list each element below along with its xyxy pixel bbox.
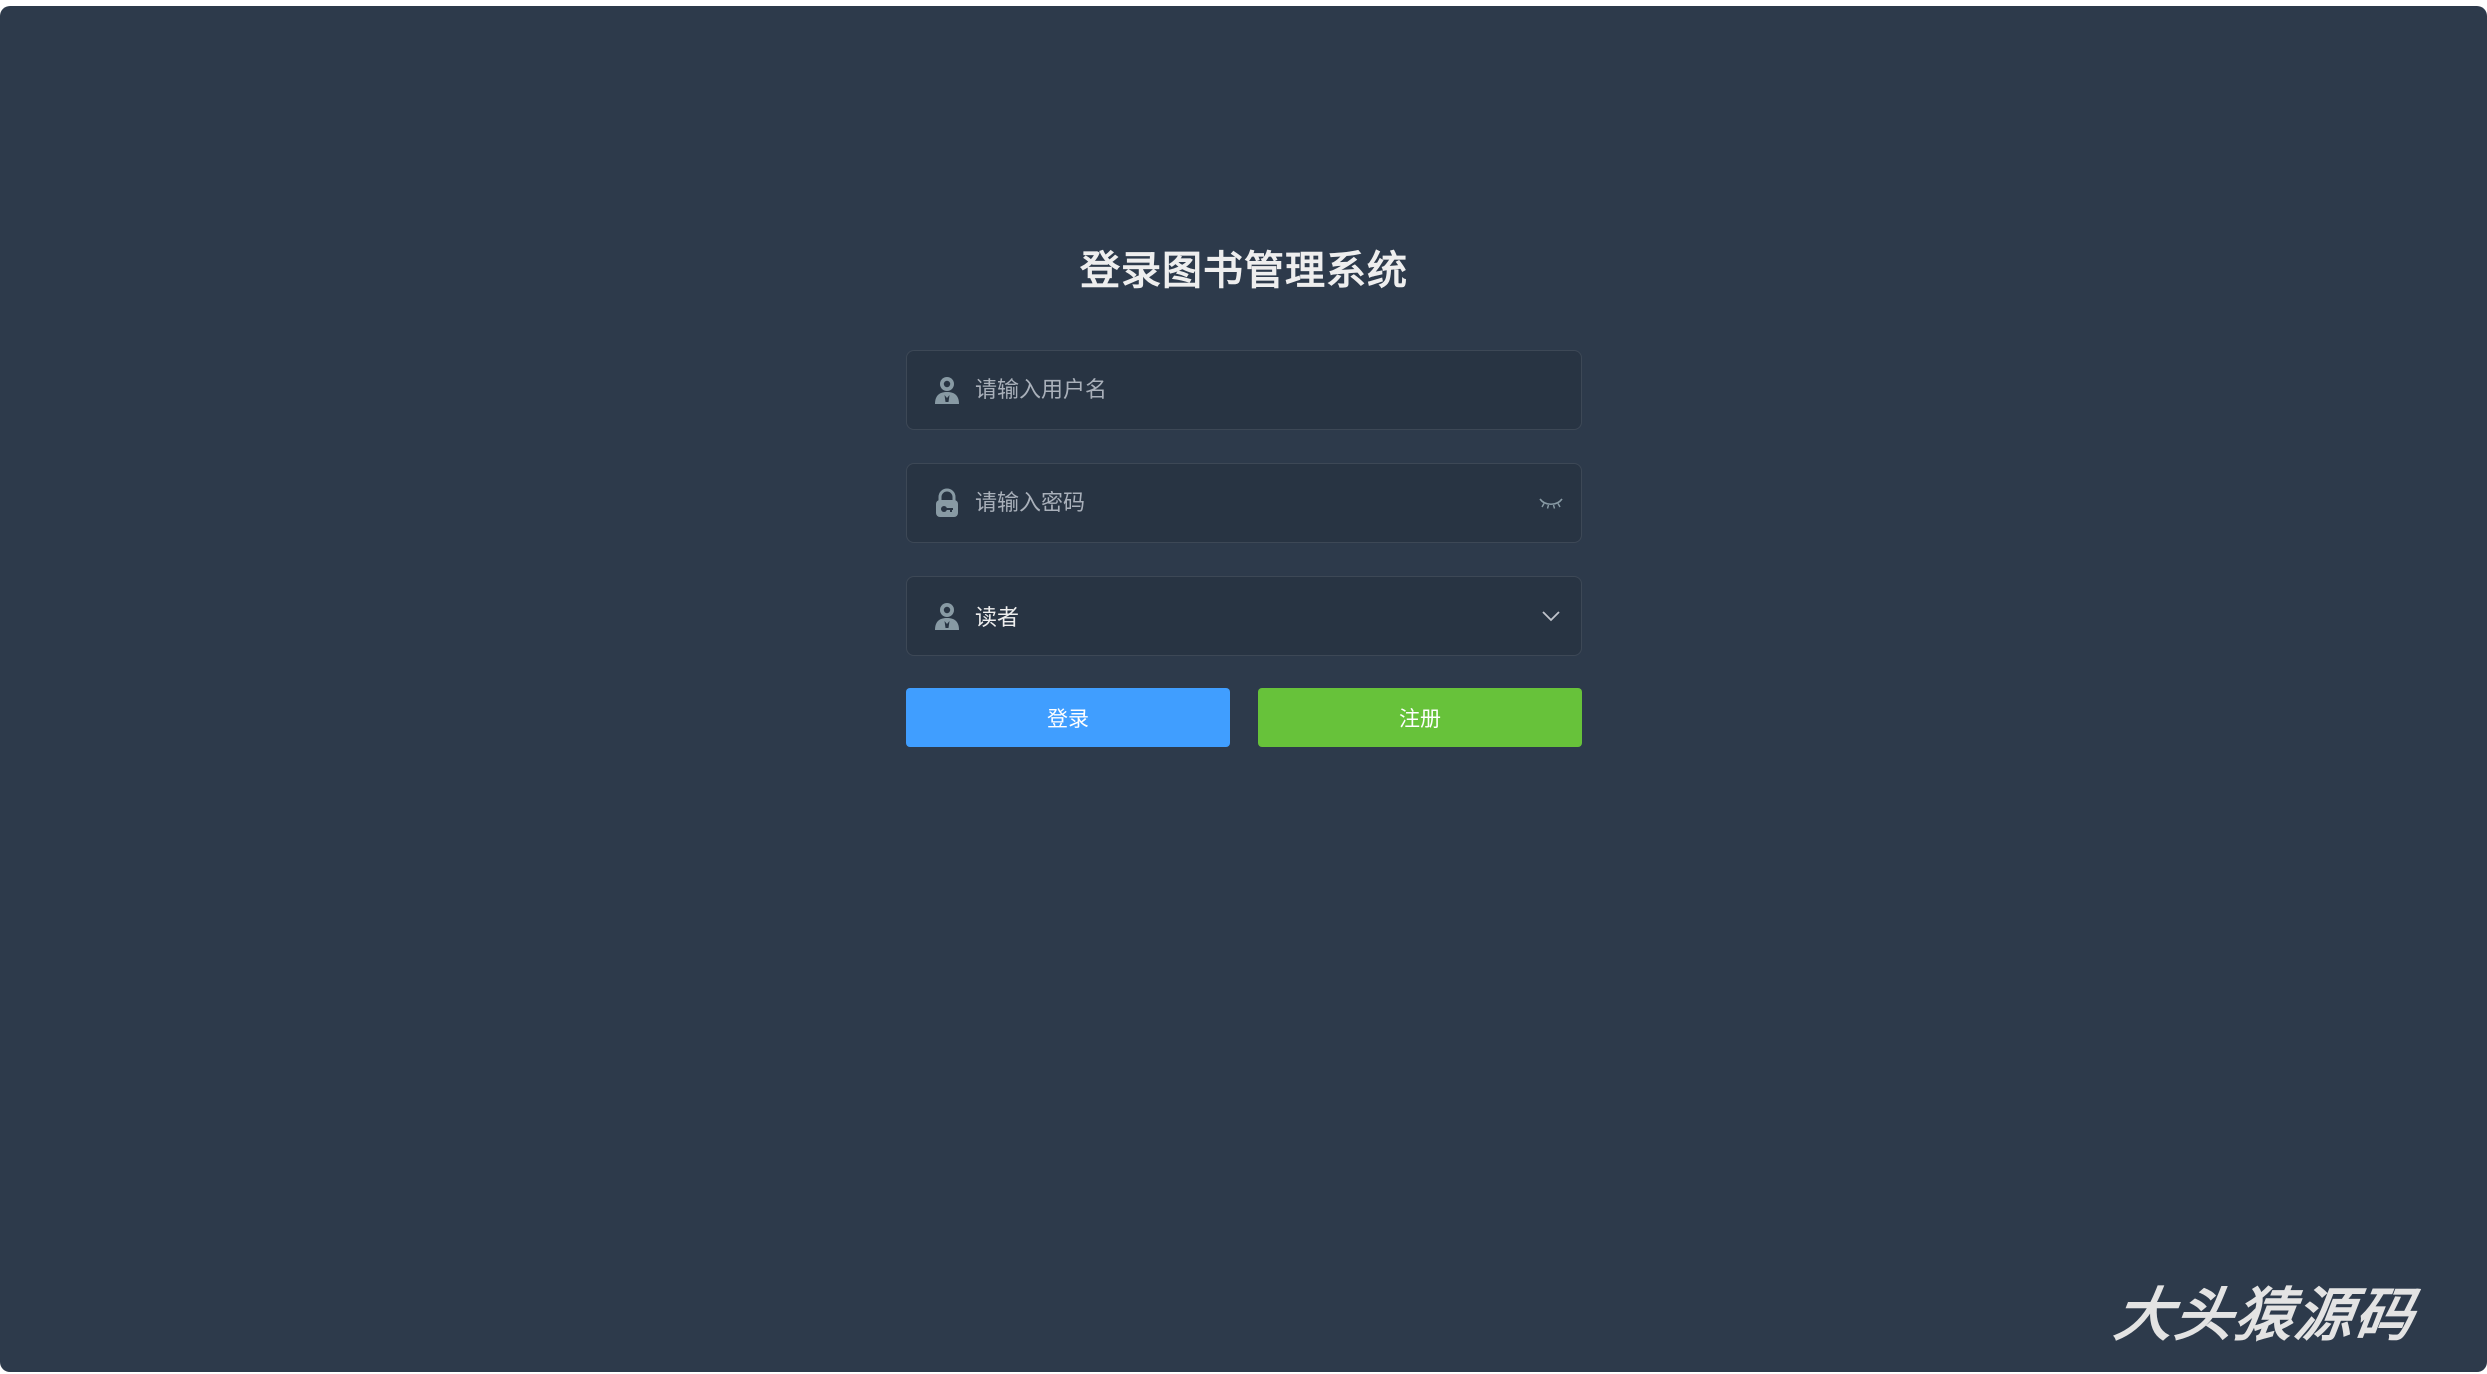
login-form: 登录图书管理系统 请输入用户名 读者 登录 注册 [906, 236, 1582, 747]
password-input[interactable] [965, 464, 1535, 542]
watermark: 大头猿源码 [2110, 1281, 2421, 1349]
eye-closed-icon[interactable] [1535, 487, 1567, 519]
user-icon [929, 372, 965, 408]
role-select[interactable]: 读者 [906, 576, 1582, 656]
chevron-down-icon[interactable] [1535, 600, 1567, 632]
page-title: 登录图书管理系统 [1080, 248, 1408, 294]
action-buttons: 登录 注册 [906, 688, 1582, 747]
login-page: 登录图书管理系统 请输入用户名 读者 登录 注册 大头猿源码 [0, 6, 2487, 1372]
user-icon [929, 598, 965, 634]
password-field [906, 463, 1582, 543]
register-button[interactable]: 注册 [1258, 688, 1582, 747]
lock-icon [929, 485, 965, 521]
username-input[interactable] [965, 351, 1581, 429]
login-button[interactable]: 登录 [906, 688, 1230, 747]
role-select-value: 读者 [975, 606, 1020, 631]
username-field [906, 350, 1582, 430]
